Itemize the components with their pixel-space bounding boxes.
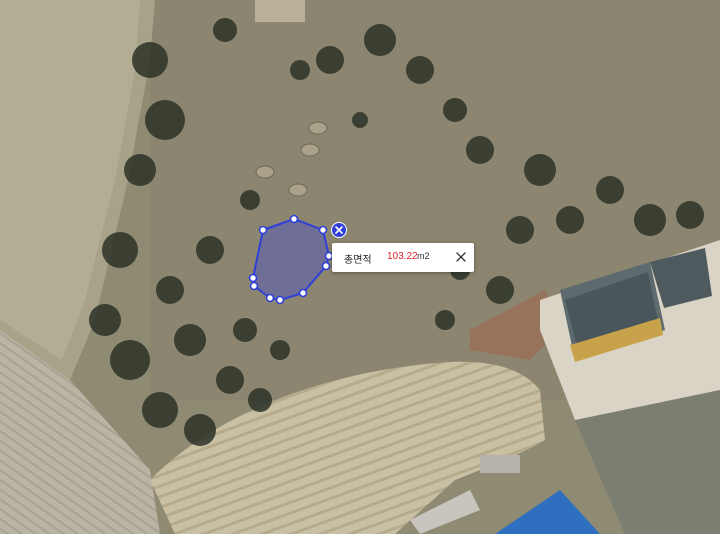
area-unit: m2	[417, 251, 430, 261]
polygon-vertex-handle[interactable]	[258, 225, 268, 235]
popup-close-button[interactable]	[454, 250, 468, 264]
area-measurement-popup: 총면적 103.22 m2	[332, 243, 474, 272]
polygon-vertex-handle[interactable]	[249, 281, 259, 291]
polygon-vertex-handle[interactable]	[275, 295, 285, 305]
polygon-vertex-handle[interactable]	[265, 293, 275, 303]
polygon-vertex-handle[interactable]	[289, 214, 299, 224]
polygon-vertex-handle[interactable]	[298, 288, 308, 298]
map-view[interactable]: 총면적 103.22 m2	[0, 0, 720, 534]
total-area-label: 총면적	[344, 255, 372, 266]
close-icon	[456, 252, 466, 262]
delete-measurement-button[interactable]	[331, 222, 347, 238]
total-area-value: 103.22	[387, 251, 418, 262]
polygon-vertex-handle[interactable]	[321, 261, 331, 271]
polygon-vertex-handle[interactable]	[318, 225, 328, 235]
delete-x-icon	[335, 226, 343, 234]
polygon-vertex-handle[interactable]	[248, 273, 258, 283]
